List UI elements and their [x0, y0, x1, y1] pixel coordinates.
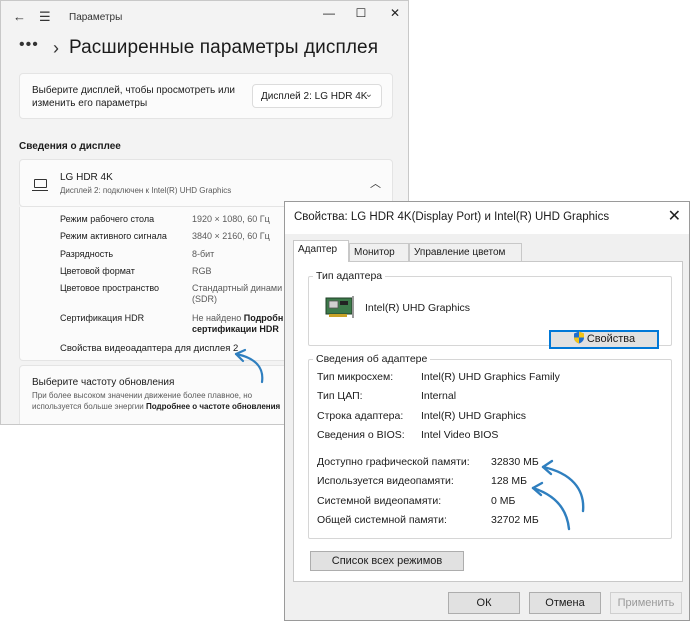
info-label: Цветовое пространство: [60, 283, 160, 293]
refresh-rate-description: При более высоком значении движение боле…: [32, 390, 282, 412]
adapter-info-value: Intel Video BIOS: [421, 429, 499, 441]
adapter-info-label: Тип ЦАП:: [317, 390, 363, 402]
monitor-icon: [32, 179, 48, 191]
properties-button-label: Свойства: [586, 333, 636, 345]
refresh-rate-title: Выберите частоту обновления: [32, 377, 175, 388]
info-value: 8-бит: [192, 249, 215, 259]
chevron-down-icon: ⌄: [364, 89, 373, 100]
info-value: RGB: [192, 266, 212, 276]
page-title: Расширенные параметры дисплея: [69, 37, 379, 58]
memory-value: 0 МБ: [491, 495, 516, 507]
adapter-properties-button[interactable]: Свойства: [549, 330, 659, 349]
adapter-info-group: Сведения об адаптере Тип микросхем: Inte…: [308, 353, 672, 539]
settings-titlebar: ← ☰ Параметры — ☐ ✕: [1, 1, 408, 35]
memory-value: 32702 МБ: [491, 514, 539, 526]
adapter-type-group: Тип адаптера Intel(R) UHD Graphics Свойс…: [308, 270, 672, 349]
apply-button[interactable]: Применить: [610, 592, 682, 614]
adapter-info-value: Intel(R) UHD Graphics: [421, 410, 527, 422]
monitor-card-header[interactable]: LG HDR 4K Дисплей 2: подключен к Intel(R…: [19, 159, 393, 207]
memory-label: Общей системной памяти:: [317, 514, 447, 526]
info-value: Не найдено Подробн сертификации HDR: [192, 313, 283, 335]
back-arrow-icon[interactable]: ←: [13, 9, 26, 25]
memory-value: 128 МБ: [491, 475, 528, 487]
info-value-line2: (SDR): [192, 294, 217, 304]
memory-value: 32830 МБ: [491, 456, 539, 468]
adapter-info-value: Intel(R) UHD Graphics Family: [421, 371, 560, 383]
adapter-info-label: Сведения о BIOS:: [317, 429, 405, 441]
adapter-name: Intel(R) UHD Graphics: [365, 302, 471, 314]
ok-button[interactable]: ОК: [448, 592, 520, 614]
adapter-info-label: Тип микросхем:: [317, 371, 394, 383]
info-label: Цветовой формат: [60, 266, 135, 276]
adapter-properties-dialog: Свойства: LG HDR 4K(Display Port) и Inte…: [284, 201, 690, 621]
minimize-icon[interactable]: —: [319, 6, 339, 22]
chevron-up-icon[interactable]: ︿: [370, 175, 381, 191]
info-value: 1920 × 1080, 60 Гц: [192, 214, 270, 224]
adapter-tab-panel: Тип адаптера Intel(R) UHD Graphics Свойс…: [293, 261, 683, 582]
close-icon[interactable]: ✕: [385, 6, 405, 22]
window-title: Параметры: [69, 12, 123, 23]
cancel-button[interactable]: Отмена: [529, 592, 601, 614]
info-label: Разрядность: [60, 249, 114, 259]
info-value: 3840 × 2160, 60 Гц: [192, 231, 270, 241]
adapter-info-legend: Сведения об адаптере: [316, 353, 428, 365]
info-label: Режим рабочего стола: [60, 214, 155, 224]
adapter-info-value: Internal: [421, 390, 457, 402]
memory-label: Системной видеопамяти:: [317, 495, 442, 507]
info-value: Стандартный динами (SDR): [192, 283, 282, 305]
maximize-icon[interactable]: ☐: [351, 6, 371, 22]
tab-adapter[interactable]: Адаптер: [293, 240, 349, 262]
display-info-section-label: Сведения о дисплее: [19, 141, 121, 152]
monitor-subtitle: Дисплей 2: подключен к Intel(R) UHD Grap…: [60, 186, 232, 195]
adapter-properties-link[interactable]: Свойства видеоадаптера для дисплея 2: [60, 343, 238, 354]
more-options-icon[interactable]: •••: [19, 35, 45, 55]
select-display-card: Выберите дисплей, чтобы просмотреть или …: [19, 73, 393, 119]
hdr-more-link-line2[interactable]: сертификации HDR: [192, 324, 279, 334]
hamburger-menu-icon[interactable]: ☰: [39, 9, 51, 25]
adapter-type-legend: Тип адаптера: [316, 270, 383, 282]
hdr-not-found-text: Не найдено: [192, 313, 244, 323]
display-dropdown-value: Дисплей 2: LG HDR 4K: [261, 91, 368, 102]
memory-label: Используется видеопамяти:: [317, 475, 454, 487]
info-label: Сертификация HDR: [60, 313, 145, 323]
monitor-name: LG HDR 4K: [60, 172, 113, 183]
video-card-icon: [325, 296, 354, 318]
tab-color-management[interactable]: Управление цветом: [409, 243, 522, 261]
uac-shield-icon: [573, 331, 584, 344]
hdr-more-link[interactable]: Подробн: [244, 313, 284, 323]
list-all-modes-button[interactable]: Список всех режимов: [310, 551, 464, 571]
dialog-title: Свойства: LG HDR 4K(Display Port) и Inte…: [294, 211, 610, 223]
chevron-right-icon: ›: [53, 37, 59, 58]
refresh-more-link[interactable]: Подробнее о частоте обновления: [146, 402, 280, 411]
close-icon[interactable]: ✕: [668, 208, 681, 226]
adapter-info-label: Строка адаптера:: [317, 410, 404, 422]
info-value-line1: Стандартный динами: [192, 283, 283, 293]
display-dropdown[interactable]: Дисплей 2: LG HDR 4K ⌄: [252, 84, 382, 108]
breadcrumb: ••• › Расширенные параметры дисплея: [19, 35, 378, 61]
select-display-text: Выберите дисплей, чтобы просмотреть или …: [32, 85, 235, 109]
info-label: Режим активного сигнала: [60, 231, 167, 241]
dialog-titlebar: Свойства: LG HDR 4K(Display Port) и Inte…: [285, 202, 689, 234]
memory-label: Доступно графической памяти:: [317, 456, 470, 468]
tab-monitor[interactable]: Монитор: [349, 243, 409, 261]
